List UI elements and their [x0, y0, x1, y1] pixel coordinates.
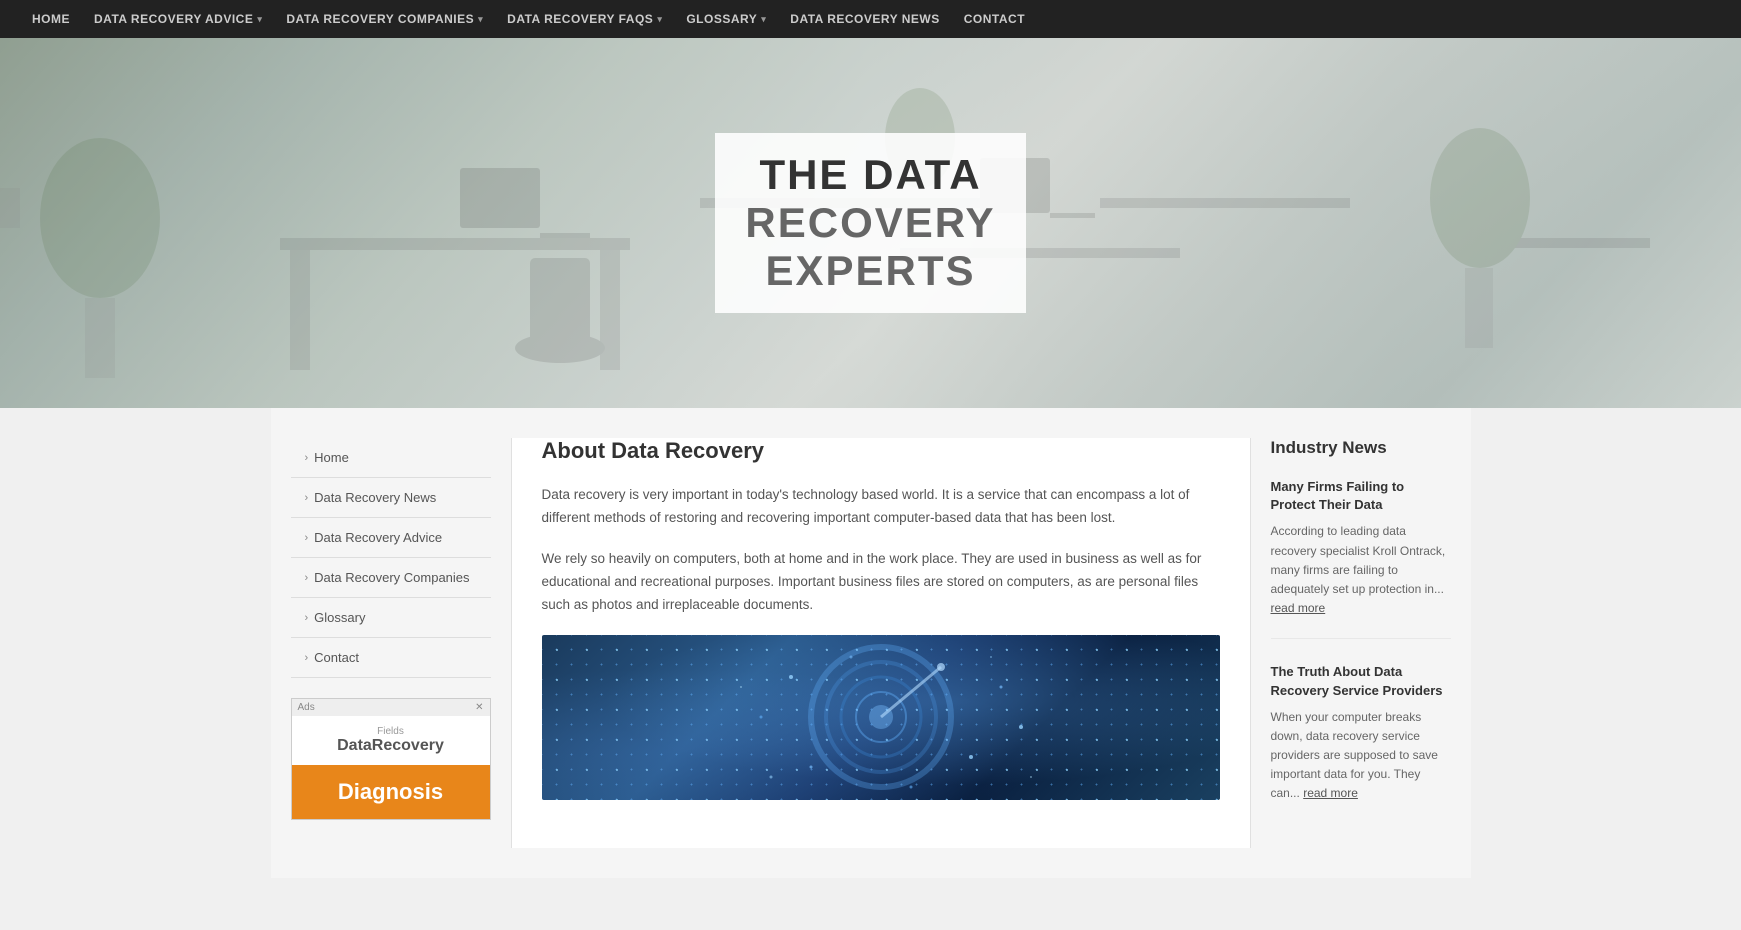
ad-brand: DataRecovery	[302, 737, 480, 755]
arrow-icon: ›	[305, 452, 309, 464]
right-sidebar: Industry News Many Firms Failing to Prot…	[1251, 438, 1451, 848]
sidebar-item-glossary[interactable]: › Glossary	[291, 598, 491, 638]
ad-close-icon[interactable]: ✕	[475, 702, 483, 713]
news-item-1-excerpt: According to leading data recovery speci…	[1271, 522, 1451, 618]
arrow-icon: ›	[305, 492, 309, 504]
chevron-down-icon: ▾	[478, 14, 483, 25]
intro-paragraph-2: We rely so heavily on computers, both at…	[542, 548, 1220, 617]
news-item-2-read-more[interactable]: read more	[1303, 786, 1358, 800]
intro-paragraph-1: Data recovery is very important in today…	[542, 484, 1220, 530]
left-sidebar: › Home › Data Recovery News › Data Recov…	[291, 438, 511, 848]
hero-line2: RECOVERY	[745, 199, 995, 247]
arrow-icon: ›	[305, 652, 309, 664]
news-item-2: The Truth About Data Recovery Service Pr…	[1271, 663, 1451, 823]
arrow-icon: ›	[305, 532, 309, 544]
sidebar-item-contact[interactable]: › Contact	[291, 638, 491, 678]
hero-line3: EXPERTS	[745, 247, 995, 295]
nav-advice[interactable]: DATA RECOVERY ADVICE ▾	[82, 0, 274, 38]
news-item-2-excerpt: When your computer breaks down, data rec…	[1271, 708, 1451, 804]
ad-label: Ads	[298, 702, 315, 713]
arrow-icon: ›	[305, 612, 309, 624]
news-item-1-read-more[interactable]: read more	[1271, 601, 1326, 615]
nav-contact[interactable]: CONTACT	[952, 0, 1037, 38]
ad-brand-suffix: Fields	[302, 726, 480, 737]
chevron-down-icon: ▾	[257, 14, 262, 25]
industry-news-heading: Industry News	[1271, 438, 1451, 458]
industry-news-section: Industry News Many Firms Failing to Prot…	[1271, 438, 1451, 824]
sidebar-item-news[interactable]: › Data Recovery News	[291, 478, 491, 518]
chevron-down-icon: ▾	[761, 14, 766, 25]
nav-home[interactable]: HOME	[20, 0, 82, 38]
hard-drive-image	[542, 635, 1220, 800]
main-nav: HOME DATA RECOVERY ADVICE ▾ DATA RECOVER…	[0, 0, 1741, 38]
hero-title-box: THE DATA RECOVERY EXPERTS	[715, 133, 1025, 314]
ad-header: Ads ✕	[292, 699, 490, 716]
ad-cta-button[interactable]: Diagnosis	[292, 765, 490, 819]
nav-news[interactable]: DATA RECOVERY NEWS	[778, 0, 951, 38]
nav-glossary[interactable]: GLOSSARY ▾	[674, 0, 778, 38]
chevron-down-icon: ▾	[657, 14, 662, 25]
page-title: About Data Recovery	[542, 438, 1220, 464]
sidebar-item-home[interactable]: › Home	[291, 438, 491, 478]
news-item-1: Many Firms Failing to Protect Their Data…	[1271, 478, 1451, 639]
advertisement-box: Ads ✕ Fields DataRecovery Diagnosis	[291, 698, 491, 820]
ad-logo: Fields DataRecovery	[292, 716, 490, 765]
sidebar-item-companies[interactable]: › Data Recovery Companies	[291, 558, 491, 598]
arrow-icon: ›	[305, 572, 309, 584]
main-wrapper: › Home › Data Recovery News › Data Recov…	[271, 408, 1471, 878]
news-item-2-title: The Truth About Data Recovery Service Pr…	[1271, 663, 1451, 699]
nav-faqs[interactable]: DATA RECOVERY FAQS ▾	[495, 0, 674, 38]
hero-line1: THE DATA	[745, 151, 995, 199]
main-content: About Data Recovery Data recovery is ver…	[511, 438, 1251, 848]
news-item-1-title: Many Firms Failing to Protect Their Data	[1271, 478, 1451, 514]
hero-banner: THE DATA RECOVERY EXPERTS	[0, 38, 1741, 408]
sidebar-item-advice[interactable]: › Data Recovery Advice	[291, 518, 491, 558]
nav-companies[interactable]: DATA RECOVERY COMPANIES ▾	[274, 0, 495, 38]
hard-drive-svg	[711, 637, 1051, 797]
